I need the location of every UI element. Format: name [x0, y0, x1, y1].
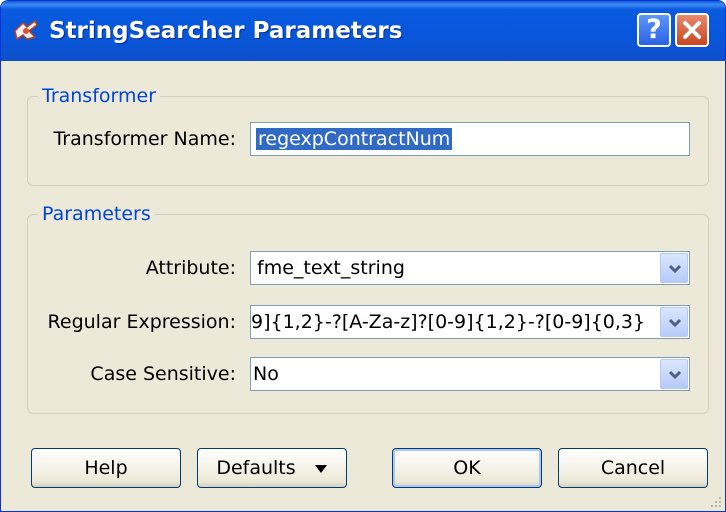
attribute-select[interactable]: fme_text_string [250, 251, 690, 285]
case-sensitive-value: No [253, 363, 279, 385]
chevron-down-icon [668, 318, 682, 328]
help-button[interactable]: Help [31, 448, 181, 488]
transformer-group: Transformer Transformer Name: regexpCont… [27, 83, 709, 186]
cancel-button[interactable]: Cancel [558, 448, 708, 488]
dialog-body: Transformer Transformer Name: regexpCont… [1, 61, 725, 511]
regex-label: Regular Expression: [47, 311, 236, 333]
chevron-down-icon [668, 370, 682, 380]
regex-value: 9]{1,2}-?[A-Za-z]?[0-9]{1,2}-?[0-9]{0,3} [251, 311, 646, 333]
close-icon [683, 21, 701, 39]
attribute-value: fme_text_string [257, 257, 405, 279]
dialog-window: StringSearcher Parameters ? Transformer … [0, 0, 726, 512]
transformer-group-title: Transformer [38, 83, 161, 109]
case-sensitive-select[interactable]: No [250, 357, 690, 391]
title-help-button[interactable]: ? [637, 13, 671, 47]
regex-dropdown-button[interactable] [660, 307, 688, 337]
transformer-name-value: regexpContractNum [256, 128, 453, 150]
app-icon [14, 19, 38, 41]
window-title: StringSearcher Parameters [49, 18, 403, 44]
chevron-down-icon [668, 264, 682, 274]
case-sensitive-label: Case Sensitive: [90, 363, 236, 385]
parameters-group-title: Parameters [38, 201, 155, 227]
ok-button[interactable]: OK [392, 448, 542, 488]
title-close-button[interactable] [675, 13, 709, 47]
case-sensitive-dropdown-button[interactable] [660, 359, 688, 389]
defaults-label: Defaults [216, 457, 296, 479]
attribute-label: Attribute: [145, 257, 236, 279]
title-bar[interactable]: StringSearcher Parameters ? [1, 1, 725, 61]
dropdown-arrow-icon [314, 464, 327, 473]
parameters-group: Parameters Attribute: fme_text_string Re… [27, 201, 709, 414]
regex-select[interactable]: 9]{1,2}-?[A-Za-z]?[0-9]{1,2}-?[0-9]{0,3} [250, 305, 690, 339]
attribute-dropdown-button[interactable] [660, 253, 688, 283]
resize-grip-icon[interactable] [707, 493, 723, 509]
defaults-button[interactable]: Defaults [197, 448, 347, 488]
transformer-name-input[interactable]: regexpContractNum [250, 122, 690, 156]
transformer-name-label: Transformer Name: [53, 128, 236, 150]
